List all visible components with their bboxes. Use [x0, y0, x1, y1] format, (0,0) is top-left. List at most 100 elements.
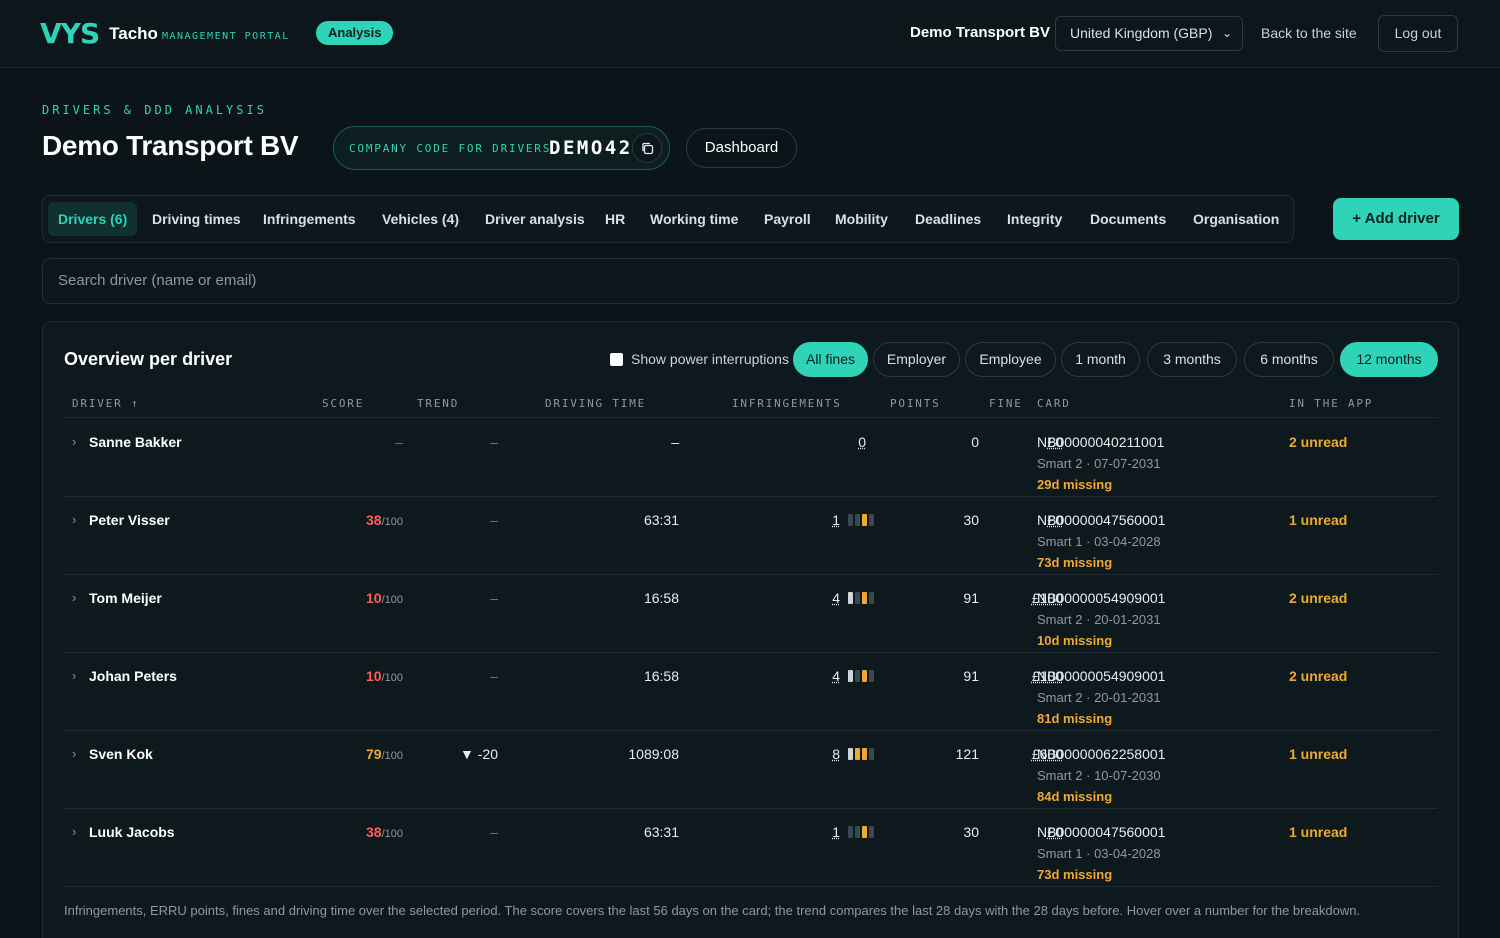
expand-chevron-icon[interactable]: › — [72, 824, 76, 839]
expand-chevron-icon[interactable]: › — [72, 668, 76, 683]
col-score[interactable]: SCORE — [322, 397, 364, 410]
app-unread-badge[interactable]: 2 unread — [1289, 668, 1347, 684]
table-row[interactable]: › Tom Meijer 10/100–16:58 4 91 £100 NB00000054… — [43, 574, 1460, 652]
driver-name[interactable]: Peter Visser — [89, 512, 170, 528]
col-in-the-app[interactable]: IN THE APP — [1289, 397, 1373, 410]
infringement-severity-bars — [848, 826, 874, 838]
region-select[interactable]: United Kingdom (GBP) ⌄ — [1055, 16, 1243, 51]
infringements-cell[interactable]: 0 — [858, 434, 874, 450]
search-input[interactable]: Search driver (name or email) — [42, 258, 1459, 304]
infringements-cell[interactable]: 1 — [832, 512, 874, 528]
expand-chevron-icon[interactable]: › — [72, 590, 76, 605]
driver-name[interactable]: Sven Kok — [89, 746, 153, 762]
tab-infringements[interactable]: Infringements — [263, 202, 356, 236]
card-number: NB00000054909001 — [1037, 590, 1166, 606]
col-points[interactable]: POINTS — [890, 397, 941, 410]
col-fine[interactable]: FINE — [989, 397, 1023, 410]
expand-chevron-icon[interactable]: › — [72, 746, 76, 761]
driver-score: 79/100 — [366, 746, 403, 762]
col-driver[interactable]: DRIVER ↑ — [72, 397, 139, 410]
logout-button[interactable]: Log out — [1378, 15, 1458, 52]
infringements-cell[interactable]: 8 — [832, 746, 874, 762]
table-row[interactable]: › Sven Kok 79/100 ▼ -20 1089:08 8 121 £600 NB000… — [43, 730, 1460, 808]
driver-name[interactable]: Luuk Jacobs — [89, 824, 175, 840]
filter-employer[interactable]: Employer — [873, 342, 960, 377]
infringement-count[interactable]: 8 — [832, 746, 840, 762]
tab-payroll[interactable]: Payroll — [764, 202, 811, 236]
logo-name: Tacho — [109, 24, 158, 43]
power-interruptions-toggle[interactable]: Show power interruptions — [610, 351, 789, 367]
tab-driver-analysis[interactable]: Driver analysis — [485, 202, 585, 236]
app-unread-badge[interactable]: 2 unread — [1289, 434, 1347, 450]
driver-name[interactable]: Sanne Bakker — [89, 434, 182, 450]
app-unread-badge[interactable]: 1 unread — [1289, 512, 1347, 528]
filter-employee[interactable]: Employee — [965, 342, 1056, 377]
checkbox[interactable] — [610, 352, 623, 366]
severity-bar — [869, 826, 874, 838]
page-eyebrow: DRIVERS & DDD ANALYSIS — [42, 103, 267, 117]
score-value: 79 — [366, 746, 382, 762]
infringement-count[interactable]: 4 — [832, 590, 840, 606]
card-missing: 81d missing — [1037, 711, 1113, 726]
app-unread-badge[interactable]: 2 unread — [1289, 590, 1347, 606]
tab-integrity[interactable]: Integrity — [1007, 202, 1062, 236]
tab-hr[interactable]: HR — [605, 202, 625, 236]
tab-deadlines[interactable]: Deadlines — [915, 202, 981, 236]
table-row[interactable]: › Johan Peters 10/100–16:58 4 91 £100 NB000000… — [43, 652, 1460, 730]
copy-code-button[interactable] — [632, 133, 662, 163]
driver-name[interactable]: Tom Meijer — [89, 590, 162, 606]
driver-score: – — [395, 434, 403, 450]
driver-trend: – — [490, 668, 498, 684]
infringements-cell[interactable]: 1 — [832, 824, 874, 840]
infringement-severity-bars — [848, 670, 874, 682]
app-unread-badge[interactable]: 1 unread — [1289, 824, 1347, 840]
col-trend[interactable]: TREND — [417, 397, 459, 410]
tab-drivers[interactable]: Drivers (6) — [48, 202, 138, 236]
table-row[interactable]: › Luuk Jacobs 38/100–63:31 1 30 £0 NB000000475… — [43, 808, 1460, 886]
tab-vehicles[interactable]: Vehicles (4) — [382, 202, 459, 236]
infringement-count[interactable]: 4 — [832, 668, 840, 684]
score-max: /100 — [381, 594, 403, 606]
dashboard-button[interactable]: Dashboard — [686, 128, 797, 168]
filter-12-months[interactable]: 12 months — [1340, 342, 1438, 377]
col-infringements[interactable]: INFRINGEMENTS — [732, 397, 842, 410]
tab-documents[interactable]: Documents — [1090, 202, 1166, 236]
filter-3-months[interactable]: 3 months — [1147, 342, 1237, 377]
infringement-count[interactable]: 1 — [832, 824, 840, 840]
expand-chevron-icon[interactable]: › — [72, 434, 76, 449]
footnote: Infringements, ERRU points, fines and dr… — [64, 903, 1361, 918]
company-code-label: COMPANY CODE FOR DRIVERS — [349, 142, 552, 155]
card-details: Smart 2 · 07-07-2031 — [1037, 456, 1161, 471]
infringement-count[interactable]: 0 — [858, 434, 866, 450]
card-details: Smart 2 · 20-01-2031 — [1037, 690, 1161, 705]
points-value: 30 — [963, 512, 979, 528]
tab-mobility[interactable]: Mobility — [835, 202, 888, 236]
app-unread-badge[interactable]: 1 unread — [1289, 746, 1347, 762]
expand-chevron-icon[interactable]: › — [72, 512, 76, 527]
score-value: 10 — [366, 668, 382, 684]
driver-trend: – — [490, 434, 498, 450]
severity-bar — [862, 826, 867, 838]
infringements-cell[interactable]: 4 — [832, 590, 874, 606]
logo[interactable]: VYS Tacho MANAGEMENT PORTAL — [40, 20, 290, 48]
table-row[interactable]: › Sanne Bakker – – –0 0 £0 NB00000040211001 Smar… — [43, 418, 1460, 496]
tab-organisation[interactable]: Organisation — [1193, 202, 1279, 236]
filter-1-month[interactable]: 1 month — [1061, 342, 1140, 377]
score-value: 38 — [366, 512, 382, 528]
add-driver-button[interactable]: + Add driver — [1333, 198, 1459, 240]
card-number: NB00000047560001 — [1037, 824, 1166, 840]
severity-bar — [848, 826, 853, 838]
filter-6-months[interactable]: 6 months — [1244, 342, 1334, 377]
driver-name[interactable]: Johan Peters — [89, 668, 177, 684]
table-row[interactable]: › Peter Visser 38/100–63:31 1 30 £0 NB00000047… — [43, 496, 1460, 574]
col-driving-time[interactable]: DRIVING TIME — [545, 397, 646, 410]
back-to-site-link[interactable]: Back to the site — [1261, 25, 1357, 41]
tab-working-time[interactable]: Working time — [650, 202, 738, 236]
filter-all-fines[interactable]: All fines — [793, 342, 868, 377]
card-number: NB00000062258001 — [1037, 746, 1166, 762]
col-card[interactable]: CARD — [1037, 397, 1071, 410]
infringement-count[interactable]: 1 — [832, 512, 840, 528]
infringements-cell[interactable]: 4 — [832, 668, 874, 684]
driver-trend: – — [490, 512, 498, 528]
tab-driving-times[interactable]: Driving times — [152, 202, 241, 236]
